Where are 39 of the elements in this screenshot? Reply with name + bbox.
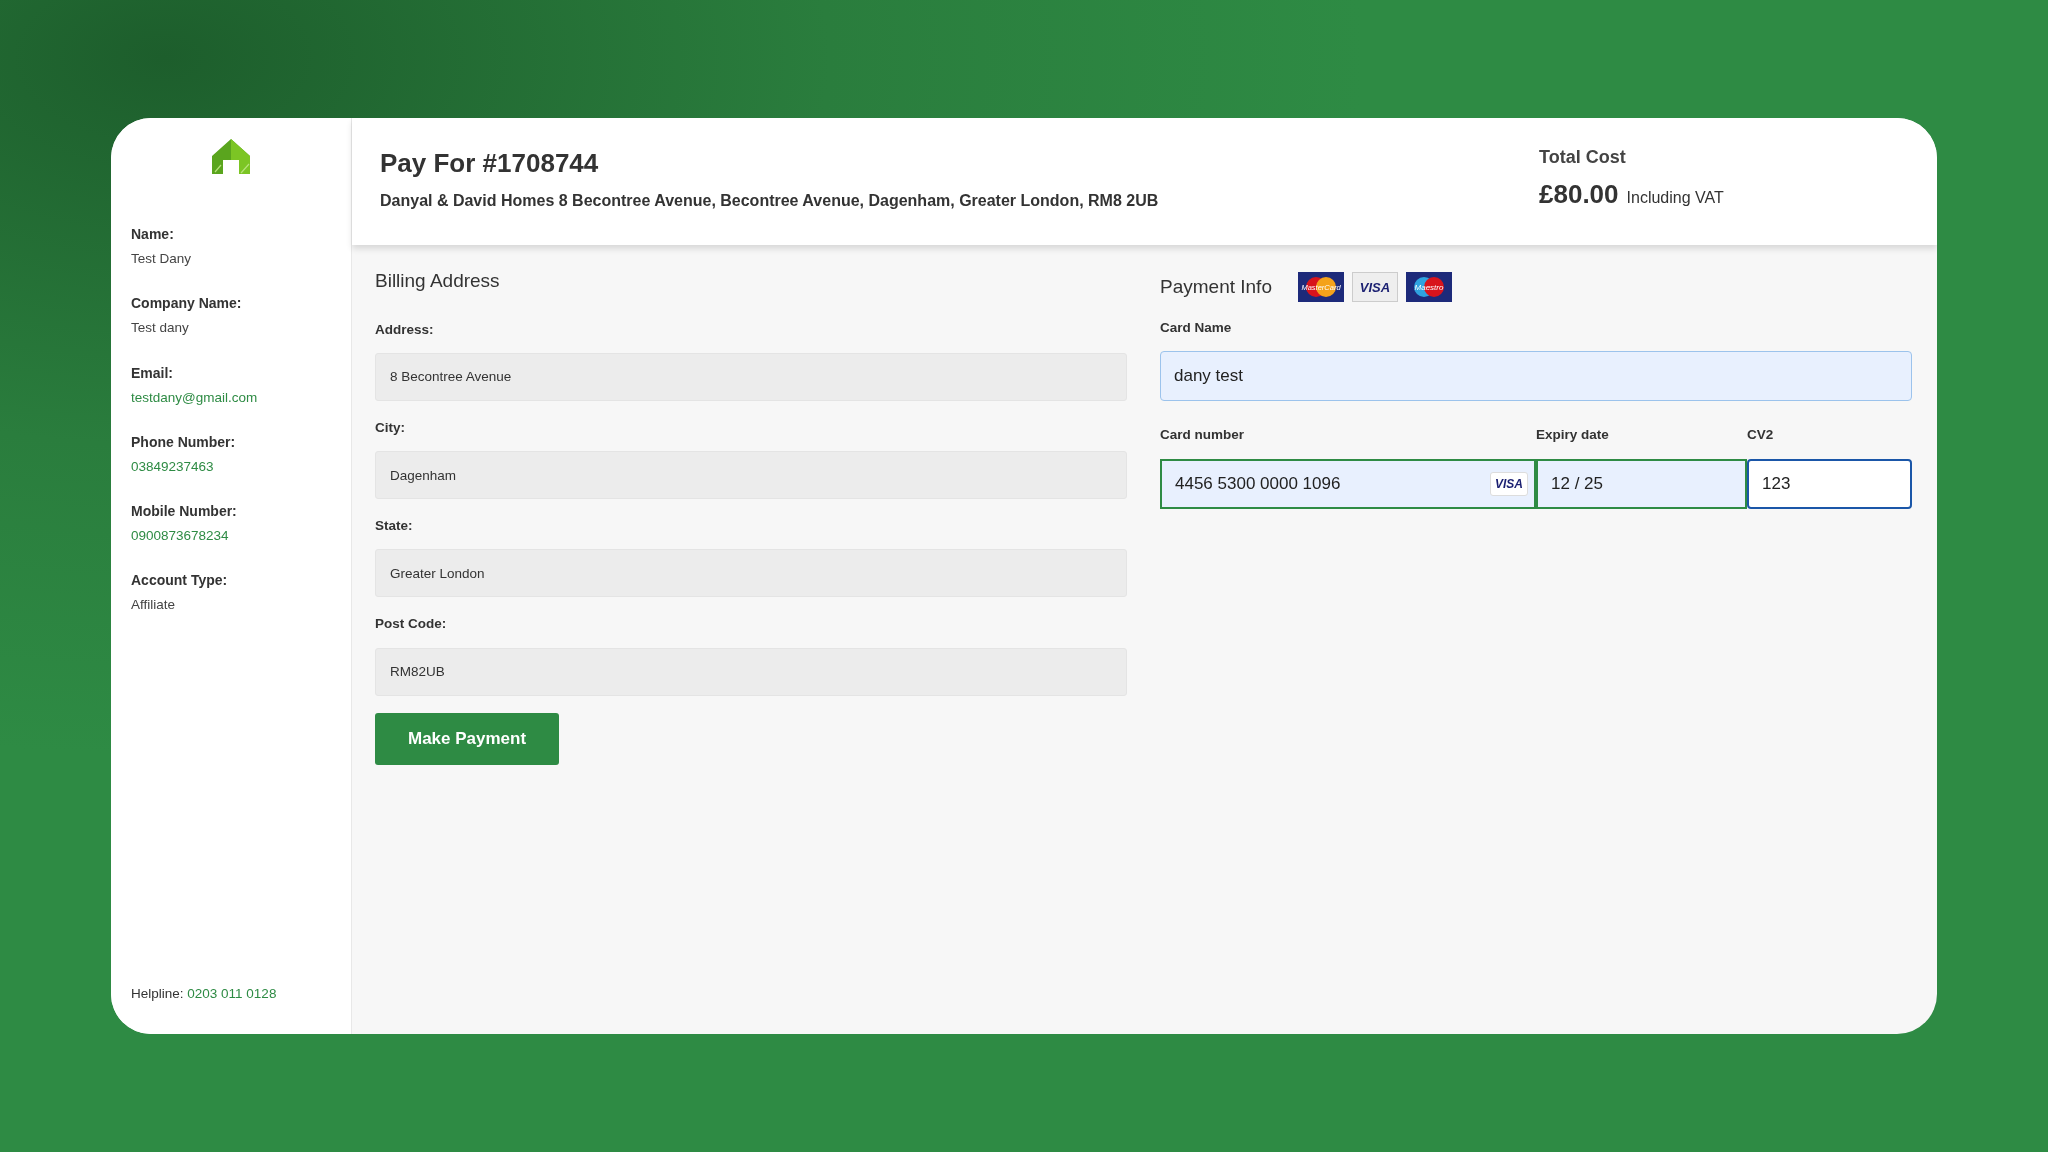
total-amount: £80.00: [1539, 178, 1619, 211]
field-label: Account Type:: [131, 571, 229, 591]
text-field[interactable]: 8 Becontree Avenue: [375, 352, 1127, 401]
text-field[interactable]: RM82UB: [375, 647, 1127, 696]
field-label: Card number: [1160, 426, 1245, 445]
contact-link[interactable]: testdany@gmail.com: [131, 387, 331, 408]
field-label: Expiry date: [1536, 426, 1610, 445]
field-label: Post Code:: [375, 615, 448, 634]
card-brand-logo: VISA: [1351, 272, 1398, 302]
house-logo-icon: [211, 138, 251, 176]
field-label: CV2: [1747, 426, 1775, 445]
input-field[interactable]: 123: [1747, 458, 1912, 509]
field-label: State:: [375, 517, 414, 535]
total-label: Total Cost: [1539, 146, 1627, 169]
contact-link[interactable]: 03849237463: [131, 456, 331, 477]
field-label: Phone Number:: [131, 432, 237, 452]
helpline-link[interactable]: 0203 011 0128: [187, 985, 277, 1001]
text-field[interactable]: Greater London: [375, 549, 1127, 598]
helpline-label: Helpline:: [131, 985, 184, 1001]
input-field[interactable]: 12 / 25: [1536, 458, 1747, 509]
section-title: Billing Address: [375, 269, 501, 293]
section-title: Payment Info: [1160, 274, 1272, 299]
field-label: Email:: [131, 363, 174, 383]
vat-note: Including VAT: [1626, 188, 1724, 208]
order-title: Pay For #1708744: [380, 147, 600, 180]
input-field[interactable]: dany test: [1160, 351, 1912, 402]
field-label: Company Name:: [131, 294, 243, 314]
order-address: Danyal & David Homes 8 Becontree Avenue, Becontree Avenue, Dagenham, Greater London, RM8 2UB: [380, 191, 1159, 211]
make-payment-button[interactable]: Make Payment: [375, 712, 560, 765]
text-field[interactable]: Dagenham: [375, 451, 1127, 499]
field-label: Card Name: [1160, 319, 1233, 337]
field-value: Affiliate: [131, 596, 177, 615]
field-label: Name:: [131, 225, 175, 244]
field-label: City:: [375, 418, 406, 437]
contact-link[interactable]: 0900873678234: [131, 526, 331, 547]
field-label: Mobile Number:: [131, 502, 238, 521]
field-value: Test dany: [131, 319, 190, 338]
field-label: Address:: [375, 320, 435, 339]
field-value: Test Dany: [131, 250, 193, 268]
